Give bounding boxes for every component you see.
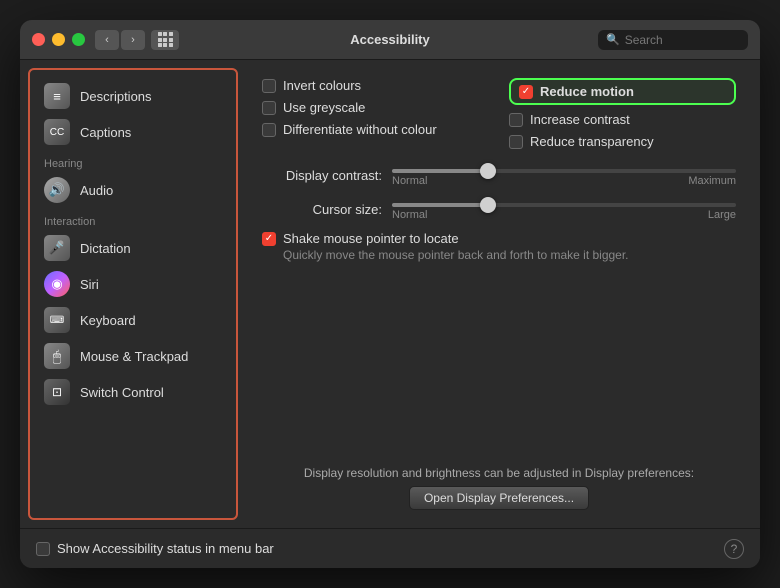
sidebar: ≡ Descriptions CC Captions Hearing 🔊 Aud… (28, 68, 238, 520)
grid-button[interactable] (151, 30, 179, 50)
back-button[interactable]: ‹ (95, 30, 119, 50)
display-note-section: Display resolution and brightness can be… (262, 466, 736, 510)
sidebar-item-dictation[interactable]: 🎤 Dictation (36, 230, 230, 266)
sidebar-item-mouse[interactable]: 🖱 Mouse & Trackpad (36, 338, 230, 374)
display-contrast-row: Display contrast: Normal Maximum (262, 163, 736, 187)
main-window: ‹ › Accessibility 🔍 ≡ Descriptions (20, 20, 760, 568)
bottom-bar: Show Accessibility status in menu bar ? (20, 528, 760, 568)
shake-mouse-desc: Quickly move the mouse pointer back and … (283, 248, 736, 262)
checkbox-row-greyscale[interactable]: Use greyscale (262, 100, 489, 115)
options-grid: Invert colours Use greyscale Differentia… (262, 78, 736, 149)
display-contrast-track[interactable] (392, 169, 736, 173)
label-shake-mouse: Shake mouse pointer to locate (283, 231, 459, 246)
checkbox-reduce-transparency[interactable] (509, 135, 523, 149)
cursor-size-thumb[interactable] (480, 197, 496, 213)
titlebar: ‹ › Accessibility 🔍 (20, 20, 760, 60)
checkbox-row-invert[interactable]: Invert colours (262, 78, 489, 93)
sidebar-item-keyboard[interactable]: ⌨ Keyboard (36, 302, 230, 338)
captions-icon: CC (44, 119, 70, 145)
checkbox-shake-mouse[interactable]: ✓ (262, 232, 276, 246)
checkbox-menu-bar[interactable] (36, 542, 50, 556)
label-increase-contrast: Increase contrast (530, 112, 630, 127)
keyboard-icon: ⌨ (44, 307, 70, 333)
sidebar-item-switchcontrol[interactable]: ⊡ Switch Control (36, 374, 230, 410)
reduce-motion-highlight: ✓ Reduce motion (509, 78, 736, 105)
main-content: Invert colours Use greyscale Differentia… (238, 60, 760, 528)
dictation-icon: 🎤 (44, 235, 70, 261)
cursor-size-slider-container: Normal Large (392, 197, 736, 221)
shake-section: ✓ Shake mouse pointer to locate Quickly … (262, 231, 736, 262)
label-menu-bar: Show Accessibility status in menu bar (57, 541, 274, 556)
label-greyscale: Use greyscale (283, 100, 365, 115)
body: ≡ Descriptions CC Captions Hearing 🔊 Aud… (20, 60, 760, 528)
sidebar-label-descriptions: Descriptions (80, 89, 152, 104)
forward-button[interactable]: › (121, 30, 145, 50)
cursor-size-labels: Normal Large (392, 209, 736, 221)
section-label-hearing: Hearing (36, 150, 230, 172)
checkbox-increase-contrast[interactable] (509, 113, 523, 127)
display-note: Display resolution and brightness can be… (262, 466, 736, 480)
display-contrast-labels: Normal Maximum (392, 175, 736, 187)
shake-row[interactable]: ✓ Shake mouse pointer to locate (262, 231, 736, 246)
grid-icon (158, 32, 173, 47)
sidebar-label-siri: Siri (80, 277, 99, 292)
display-contrast-slider-container: Normal Maximum (392, 163, 736, 187)
bottom-checkbox-row[interactable]: Show Accessibility status in menu bar (36, 541, 274, 556)
slider-section: Display contrast: Normal Maximum (262, 163, 736, 221)
cursor-size-row: Cursor size: Normal Large (262, 197, 736, 221)
display-contrast-label-row: Display contrast: Normal Maximum (262, 163, 736, 187)
search-bar[interactable]: 🔍 (598, 30, 748, 50)
sidebar-label-dictation: Dictation (80, 241, 131, 256)
traffic-lights (32, 33, 85, 46)
maximize-button[interactable] (72, 33, 85, 46)
switchcontrol-icon: ⊡ (44, 379, 70, 405)
sidebar-label-switchcontrol: Switch Control (80, 385, 164, 400)
display-contrast-max: Maximum (688, 175, 736, 187)
checkbox-differentiate[interactable] (262, 123, 276, 137)
open-display-button[interactable]: Open Display Preferences... (409, 486, 589, 510)
display-contrast-thumb[interactable] (480, 163, 496, 179)
mouse-icon: 🖱 (44, 343, 70, 369)
cursor-size-min: Normal (392, 209, 427, 221)
checkbox-reduce-motion[interactable]: ✓ (519, 85, 533, 99)
cursor-size-track[interactable] (392, 203, 736, 207)
search-icon: 🔍 (606, 33, 620, 46)
checkbox-greyscale[interactable] (262, 101, 276, 115)
minimize-button[interactable] (52, 33, 65, 46)
nav-buttons: ‹ › (95, 30, 179, 50)
sidebar-label-mouse: Mouse & Trackpad (80, 349, 188, 364)
label-differentiate: Differentiate without colour (283, 122, 437, 137)
label-invert: Invert colours (283, 78, 361, 93)
display-contrast-title: Display contrast: (262, 168, 382, 183)
window-title: Accessibility (350, 32, 430, 47)
sidebar-label-keyboard: Keyboard (80, 313, 136, 328)
sidebar-item-descriptions[interactable]: ≡ Descriptions (36, 78, 230, 114)
siri-icon: ◉ (44, 271, 70, 297)
label-reduce-transparency: Reduce transparency (530, 134, 654, 149)
checkbox-row-reduce-transparency[interactable]: Reduce transparency (509, 134, 736, 149)
checkbox-row-differentiate[interactable]: Differentiate without colour (262, 122, 489, 137)
sidebar-label-captions: Captions (80, 125, 131, 140)
search-input[interactable] (625, 33, 740, 47)
sidebar-item-siri[interactable]: ◉ Siri (36, 266, 230, 302)
help-button[interactable]: ? (724, 539, 744, 559)
cursor-size-max: Large (708, 209, 736, 221)
section-label-interaction: Interaction (36, 208, 230, 230)
cursor-size-title: Cursor size: (262, 202, 382, 217)
display-contrast-min: Normal (392, 175, 427, 187)
sidebar-label-audio: Audio (80, 183, 113, 198)
sidebar-item-captions[interactable]: CC Captions (36, 114, 230, 150)
audio-icon: 🔊 (44, 177, 70, 203)
cursor-size-label-row: Cursor size: Normal Large (262, 197, 736, 221)
label-reduce-motion: Reduce motion (540, 84, 634, 99)
sidebar-item-audio[interactable]: 🔊 Audio (36, 172, 230, 208)
descriptions-icon: ≡ (44, 83, 70, 109)
close-button[interactable] (32, 33, 45, 46)
checkbox-row-increase-contrast[interactable]: Increase contrast (509, 112, 736, 127)
checkbox-invert[interactable] (262, 79, 276, 93)
